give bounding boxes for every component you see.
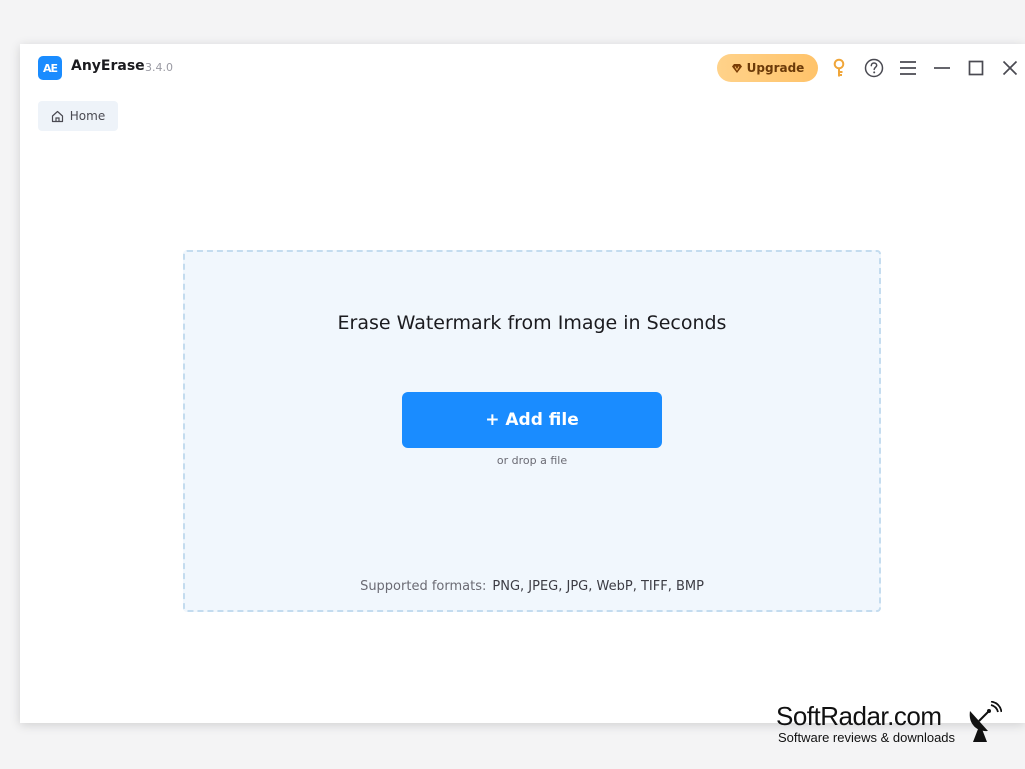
app-logo-text: AE [42,61,58,75]
menu-icon[interactable] [897,57,919,79]
formats-label: Supported formats: [360,579,487,594]
help-icon[interactable] [863,57,885,79]
minimize-icon[interactable] [931,57,953,79]
softradar-watermark: SoftRadar.com Software reviews & downloa… [776,701,1012,747]
page-headline: Erase Watermark from Image in Seconds [337,312,727,334]
satellite-dish-icon [969,701,1002,742]
breadcrumb-home-label: Home [69,109,106,123]
watermark-title: SoftRadar.com [776,701,942,731]
app-name: AnyErase [71,58,145,74]
upgrade-button[interactable]: Upgrade [717,54,818,82]
home-icon [51,110,63,122]
add-file-button[interactable]: + Add file [402,392,662,448]
app-window: AE AnyErase 3.4.0 Upgrade Home Erase Wat… [20,44,1025,723]
breadcrumb-home[interactable]: Home [38,101,118,131]
app-version: 3.4.0 [145,61,173,74]
maximize-icon[interactable] [965,57,987,79]
watermark-subtitle: Software reviews & downloads [778,730,956,745]
key-icon[interactable] [828,57,850,79]
drop-hint: or drop a file [496,454,568,467]
app-logo: AE [38,56,62,80]
formats-list: PNG, JPEG, JPG, WebP, TIFF, BMP [492,579,704,594]
diamond-icon [731,63,742,73]
file-drop-zone[interactable]: Erase Watermark from Image in Seconds + … [183,250,881,612]
close-icon[interactable] [999,57,1021,79]
upgrade-label: Upgrade [746,61,805,75]
supported-formats: Supported formats: PNG, JPEG, JPG, WebP, … [185,579,879,594]
